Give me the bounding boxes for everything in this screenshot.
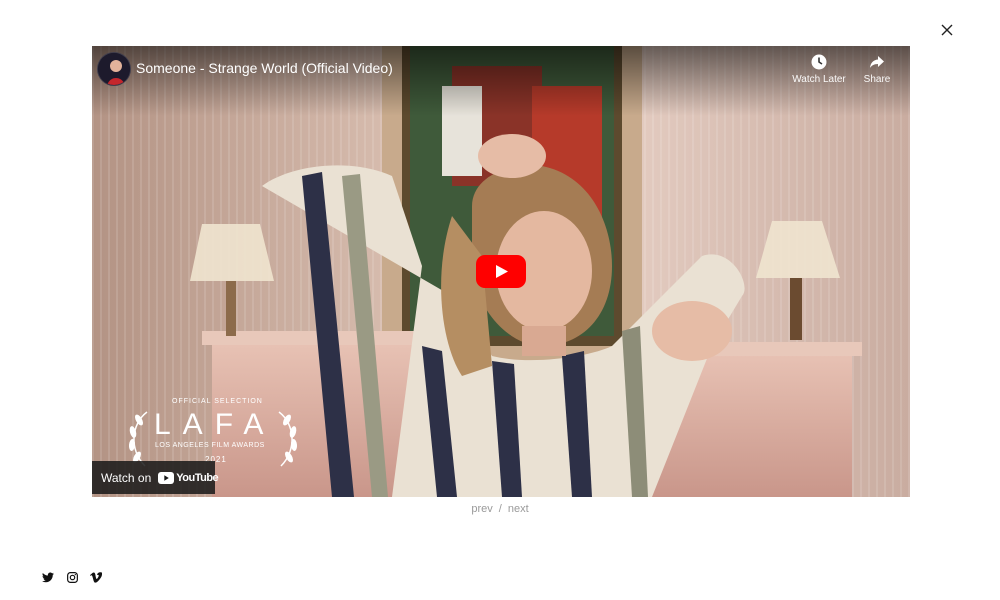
share-button[interactable]: Share [847,54,907,85]
social-links [42,571,102,583]
badge-letters: LAFA [154,408,276,441]
next-link[interactable]: next [508,503,529,515]
play-button[interactable] [476,255,526,288]
share-label: Share [863,74,891,85]
watch-later-label: Watch Later [792,74,846,85]
play-icon [476,255,526,288]
channel-avatar[interactable] [97,52,131,86]
close-button[interactable] [936,19,958,41]
twitter-icon [42,572,54,582]
watch-on-youtube-button[interactable]: Watch on YouTube [92,461,219,494]
gallery-pager: prev / next [0,503,1000,515]
video-player[interactable]: Someone - Strange World (Official Video)… [92,46,910,497]
share-icon [870,56,884,68]
watch-on-label: Watch on [101,470,152,485]
close-icon [941,24,953,36]
badge-selection-text: OFFICIAL SELECTION [172,398,263,405]
instagram-link[interactable] [66,571,78,583]
laurel-right-icon [278,411,298,467]
vimeo-link[interactable] [90,571,102,583]
pager-separator: / [498,503,502,515]
title-bar-gradient [92,46,910,116]
badge-org-text: LOS ANGELES FILM AWARDS [155,442,265,449]
youtube-icon [158,471,175,484]
laurel-left-icon [128,411,148,467]
vimeo-icon [90,571,102,583]
video-title[interactable]: Someone - Strange World (Official Video) [136,60,393,76]
youtube-wordmark: YouTube [176,471,219,484]
clock-icon [811,54,827,70]
prev-link[interactable]: prev [471,503,492,515]
watch-later-button[interactable]: Watch Later [789,54,849,85]
twitter-link[interactable] [42,571,54,583]
youtube-logo: YouTube [158,471,219,484]
instagram-icon [66,571,78,583]
